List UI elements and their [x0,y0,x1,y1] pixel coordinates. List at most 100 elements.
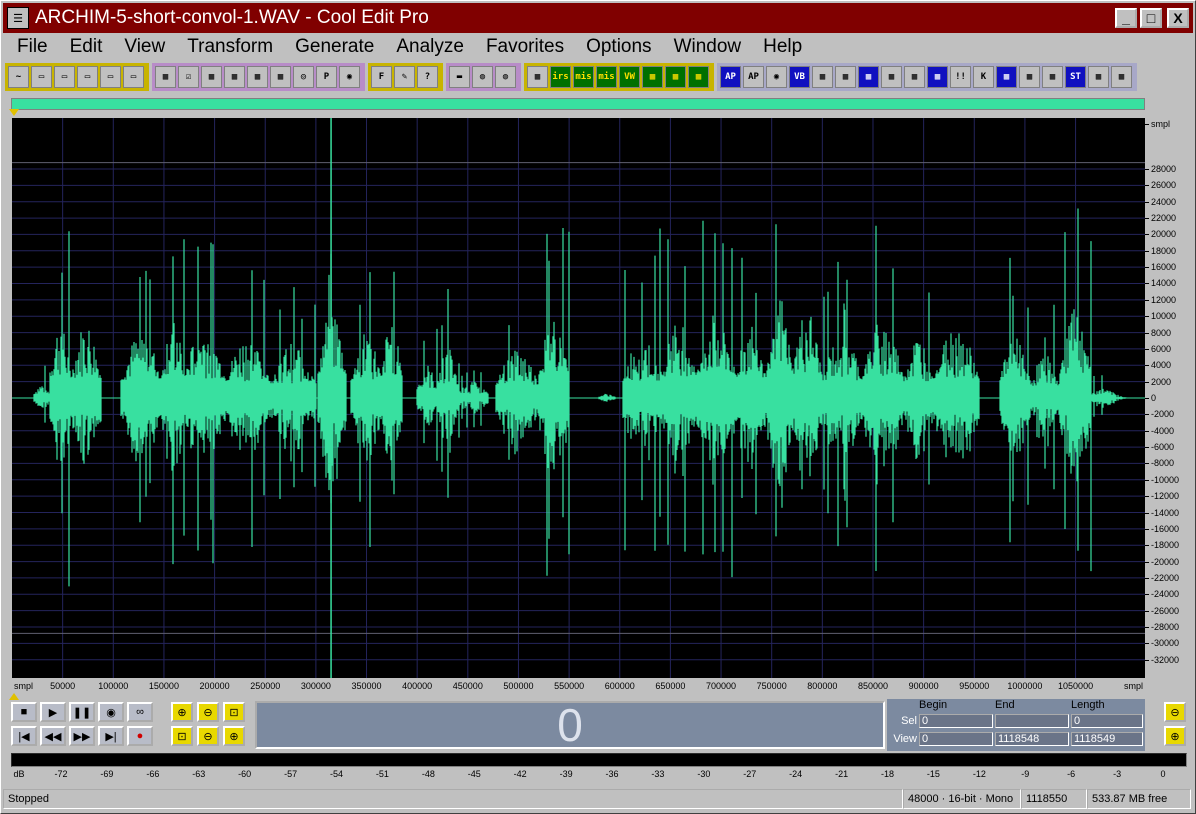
rewind-button[interactable]: ◀◀ [40,726,66,746]
toolbar-button-5-2[interactable]: ◉ [766,66,787,88]
x-tick-label: 250000 [250,681,281,691]
toolbar-button-2-0[interactable]: F [371,66,392,88]
record-button[interactable]: ● [127,726,153,746]
toolbar-button-1-3[interactable]: ▦ [224,66,245,88]
toolbar-button-4-3[interactable]: mis [596,66,617,88]
toolbar-button-1-1[interactable]: ☑ [178,66,199,88]
toolbar-button-4-2[interactable]: mis [573,66,594,88]
y-tick-label: 28000 [1145,164,1191,174]
sel-begin-field[interactable]: 0 [919,714,993,728]
waveform-svg[interactable] [12,118,1145,678]
toolbar-button-5-10[interactable]: !! [950,66,971,88]
toolbar-button-5-8[interactable]: ▦ [904,66,925,88]
toolbar-button-4-4[interactable]: VW [619,66,640,88]
level-meter[interactable]: dB -72 -69 -66 -63 -60 -57 -54 -51 -48 -45 -42 -39 -3… [11,753,1187,785]
zoom-full-icon[interactable]: ⊡ [223,702,245,722]
play-button[interactable]: ▶ [40,702,66,722]
playhead-marker-icon[interactable] [9,693,19,700]
sel-length-field[interactable]: 0 [1071,714,1143,728]
meter-tick-label: -69 [100,769,114,779]
toolbar-button-5-6[interactable]: ▦ [858,66,879,88]
toolbar-button-0-5[interactable]: ▭ [123,66,144,88]
fast-forward-button[interactable]: ▶▶ [69,726,95,746]
menu-window[interactable]: Window [663,36,753,58]
view-begin-field[interactable]: 0 [919,732,993,746]
toolbar-button-5-3[interactable]: VB [789,66,810,88]
zoom-left-icon[interactable]: ⊖ [197,726,219,746]
toolbar-button-1-7[interactable]: P [316,66,337,88]
maximize-button[interactable]: □ [1140,8,1162,28]
toolbar-button-5-5[interactable]: ▦ [835,66,856,88]
menu-analyze[interactable]: Analyze [385,36,475,58]
y-tick-label: -26000 [1145,606,1191,616]
toolbar-button-2-2[interactable]: ? [417,66,438,88]
toolbar-button-0-3[interactable]: ▭ [77,66,98,88]
toolbar-button-1-0[interactable]: ▦ [155,66,176,88]
minimize-button[interactable]: _ [1115,8,1137,28]
toolbar-button-5-1[interactable]: AP [743,66,764,88]
view-length-field[interactable]: 1118549 [1071,732,1143,746]
toolbar-button-1-4[interactable]: ▦ [247,66,268,88]
close-button[interactable]: X [1167,8,1189,28]
toolbar-button-4-6[interactable]: ▦ [665,66,686,88]
go-to-end-button[interactable]: ▶| [98,726,124,746]
menu-help[interactable]: Help [752,36,813,58]
menu-transform[interactable]: Transform [176,36,284,58]
toolbar-button-3-1[interactable]: ◍ [472,66,493,88]
toolbar-button-5-17[interactable]: ▦ [1111,66,1132,88]
zoom-in-icon[interactable]: ⊕ [171,702,193,722]
meter-tick-label: -27 [743,769,757,779]
toolbar-button-5-4[interactable]: ▦ [812,66,833,88]
menu-file[interactable]: File [3,36,59,58]
go-to-start-button[interactable]: |◀ [11,726,37,746]
toolbar-button-1-5[interactable]: ▦ [270,66,291,88]
play-to-end-button[interactable]: ◉ [98,702,124,722]
menu-generate[interactable]: Generate [284,36,385,58]
stop-button[interactable]: ■ [11,702,37,722]
toolbar-button-3-0[interactable]: ▬ [449,66,470,88]
horizontal-scrollbar[interactable] [11,98,1145,110]
toolbar-button-0-2[interactable]: ▭ [54,66,75,88]
toolbar-button-4-1[interactable]: irs [550,66,571,88]
view-end-field[interactable]: 1118548 [995,732,1069,746]
app-icon[interactable]: ☰ [7,7,29,29]
waveform-display[interactable] [12,118,1145,678]
toolbar-button-5-7[interactable]: ▦ [881,66,902,88]
title-bar[interactable]: ☰ ARCHIM-5-short-convol-1.WAV - Cool Edi… [3,3,1193,33]
toolbar-button-5-12[interactable]: ▦ [996,66,1017,88]
toolbar-button-5-0[interactable]: AP [720,66,741,88]
time-ruler[interactable]: smpl smpl 50000 100000 150000 200000 250000 3… [12,678,1145,692]
toolbar-button-5-11[interactable]: K [973,66,994,88]
toolbar-button-5-14[interactable]: ▦ [1042,66,1063,88]
menu-favorites[interactable]: Favorites [475,36,575,58]
zoom-right-icon[interactable]: ⊕ [223,726,245,746]
toolbar-button-4-7[interactable]: ▦ [688,66,709,88]
toolbar-button-3-2[interactable]: ◍ [495,66,516,88]
vertical-zoom-in-icon[interactable]: ⊕ [1164,726,1186,746]
toolbar-button-5-9[interactable]: ▦ [927,66,948,88]
toolbar-button-0-0[interactable]: ~ [8,66,29,88]
zoom-out-icon[interactable]: ⊖ [197,702,219,722]
toolbar-button-5-16[interactable]: ▦ [1088,66,1109,88]
toolbar-button-2-1[interactable]: ✎ [394,66,415,88]
vertical-zoom-out-icon[interactable]: ⊖ [1164,702,1186,722]
menu-view[interactable]: View [113,36,176,58]
sel-end-field[interactable] [995,714,1069,728]
toolbar-button-0-4[interactable]: ▭ [100,66,121,88]
toolbar-button-5-13[interactable]: ▦ [1019,66,1040,88]
x-tick-label: 600000 [604,681,635,691]
menu-options[interactable]: Options [575,36,662,58]
toolbar-button-0-1[interactable]: ▭ [31,66,52,88]
toolbar-button-5-15[interactable]: ST [1065,66,1086,88]
toolbar-button-4-0[interactable]: ▦ [527,66,548,88]
toolbar-button-1-2[interactable]: ▦ [201,66,222,88]
toolbar-button-4-5[interactable]: ▦ [642,66,663,88]
meter-tick-label: -54 [329,769,344,779]
toolbar-button-1-8[interactable]: ◉ [339,66,360,88]
zoom-selection-icon[interactable]: ⊡ [171,726,193,746]
loop-button[interactable]: ∞ [127,702,153,722]
toolbar-button-1-6[interactable]: ◎ [293,66,314,88]
pause-button[interactable]: ❚❚ [69,702,95,722]
menu-edit[interactable]: Edit [59,36,114,58]
scroll-marker-icon[interactable] [9,109,19,116]
